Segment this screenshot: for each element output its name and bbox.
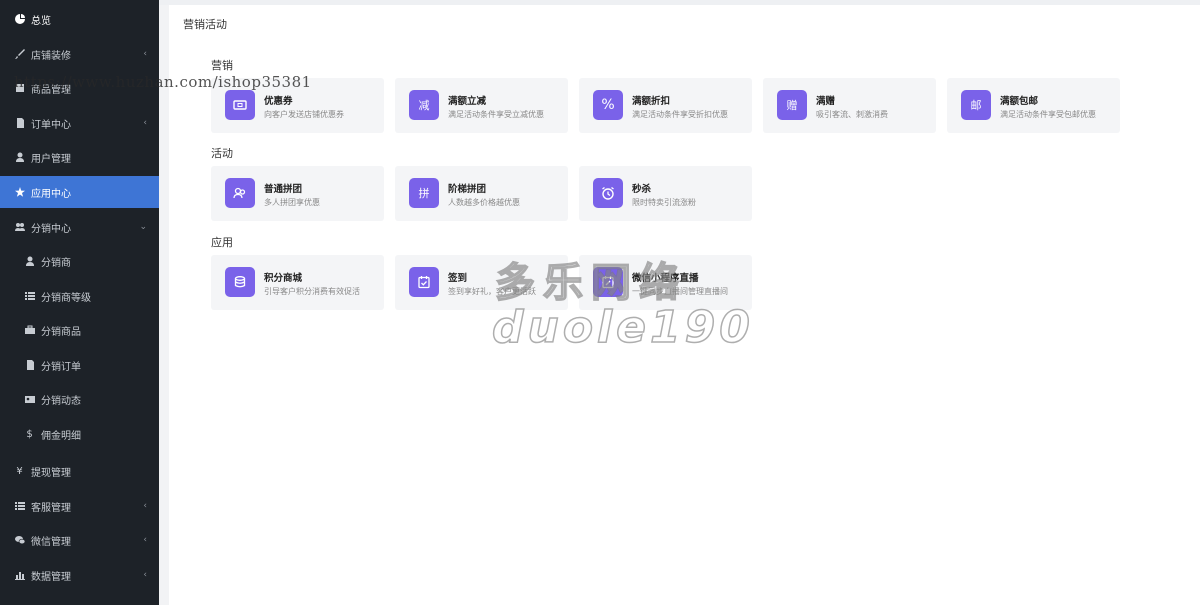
sidebar-item-withdrawals[interactable]: ¥ 提现管理 [0, 455, 159, 487]
database-icon [225, 267, 255, 297]
card-description: 引导客户积分消费有效促活 [264, 287, 360, 296]
chevron-left-icon: ‹ [143, 118, 147, 128]
document-icon [24, 360, 35, 371]
app-card-full-reduction[interactable]: 减 满额立减 满足活动条件享受立减优惠 [395, 78, 568, 133]
sidebar-item-label: 店铺装修 [31, 50, 71, 62]
card-title: 秒杀 [632, 184, 652, 195]
card-description: 满足活动条件享受包邮优惠 [1000, 110, 1096, 119]
app-card-free-shipping[interactable]: 邮 满额包邮 满足活动条件享受包邮优惠 [947, 78, 1120, 133]
app-card-ladder-group-buy[interactable]: 拼 阶梯拼团 人数越多价格越优惠 [395, 166, 568, 221]
yen-icon: ¥ [16, 465, 23, 477]
chevron-left-icon: ‹ [143, 49, 147, 59]
page-title: 营销活动 [183, 18, 227, 31]
card-description: 向客户发送店铺优惠券 [264, 110, 344, 119]
alarm-clock-icon [593, 178, 623, 208]
card-title: 满额折扣 [632, 96, 671, 107]
sidebar-item-users[interactable]: 用户管理 [0, 141, 159, 173]
sidebar-item-label: 微信管理 [31, 536, 71, 548]
sidebar-item-orders[interactable]: 订单中心 ‹ [0, 107, 159, 139]
group-icon [225, 178, 255, 208]
sidebar-item-app-center[interactable]: 应用中心 [0, 176, 159, 208]
app-card-full-discount[interactable]: % 满额折扣 满足活动条件享受折扣优惠 [579, 78, 752, 133]
card-title: 签到 [448, 273, 468, 284]
sidebar-item-label: 分销订单 [41, 361, 81, 373]
wechat-icon [14, 535, 25, 546]
card-description: 满足活动条件享受折扣优惠 [632, 110, 728, 119]
reduce-icon: 减 [409, 90, 439, 120]
sidebar-item-distribution-activity[interactable]: 分销动态 [0, 383, 159, 415]
section-title-apps: 应用 [211, 236, 233, 249]
gift-icon: 赠 [777, 90, 807, 120]
card-description: 人数越多价格越优惠 [448, 198, 520, 207]
ladder-group-icon: 拼 [409, 178, 439, 208]
percent-icon: % [593, 90, 623, 120]
sidebar-item-label: 订单中心 [31, 119, 71, 131]
sidebar-item-label: 分销商等级 [41, 292, 91, 304]
user-icon [14, 152, 25, 163]
card-description: 吸引客流、刺激消费 [816, 110, 888, 119]
app-card-points-mall[interactable]: 积分商城 引导客户积分消费有效促活 [211, 255, 384, 310]
card-title: 阶梯拼团 [448, 184, 487, 195]
app-card-full-gift[interactable]: 赠 满赠 吸引客流、刺激消费 [763, 78, 936, 133]
chevron-down-icon: ⌄ [139, 222, 147, 232]
card-description: 满足活动条件享受立减优惠 [448, 110, 544, 119]
sidebar-item-label: 客服管理 [31, 502, 71, 514]
watermark-url: https://www.huzhan.com/ishop35381 [14, 73, 312, 91]
sidebar-item-commission-details[interactable]: $ 佣金明细 [0, 418, 159, 450]
card-title: 积分商城 [264, 273, 303, 284]
app-card-group-buy[interactable]: 普通拼团 多人拼团享优惠 [211, 166, 384, 221]
ticket-icon [225, 90, 255, 120]
sidebar-item-wechat[interactable]: 微信管理 ‹ [0, 524, 159, 556]
users-icon [14, 222, 25, 233]
card-title: 普通拼团 [264, 184, 303, 195]
watermark-brand-cn: 多乐网络 [494, 259, 687, 307]
section-title-activities: 活动 [211, 147, 233, 160]
list-icon [24, 291, 35, 302]
card-title: 满额立减 [448, 96, 487, 107]
sidebar-item-store-decoration[interactable]: 店铺装修 ‹ [0, 38, 159, 70]
sidebar-item-distribution-center[interactable]: 分销中心 ⌄ [0, 211, 159, 243]
checkin-icon [409, 267, 439, 297]
sidebar-item-label: 总览 [31, 15, 51, 27]
sidebar-item-label: 分销动态 [41, 395, 81, 407]
chevron-left-icon: ‹ [143, 501, 147, 511]
bar-chart-icon [14, 570, 25, 581]
chevron-left-icon: ‹ [143, 535, 147, 545]
watermark-brand-en: duole190 [491, 301, 754, 354]
sidebar-item-label: 数据管理 [31, 571, 71, 583]
section-title-marketing: 营销 [211, 59, 233, 72]
briefcase-icon [24, 325, 35, 336]
sidebar-item-distribution-products[interactable]: 分销商品 [0, 314, 159, 346]
card-description: 多人拼团享优惠 [264, 198, 320, 207]
sidebar-item-label: 分销中心 [31, 223, 71, 235]
dashboard-icon [14, 14, 25, 25]
sidebar-item-label: 分销商 [41, 257, 71, 269]
card-title: 满赠 [816, 96, 836, 107]
card-title: 优惠券 [264, 96, 293, 107]
sidebar-item-label: 应用中心 [31, 188, 71, 200]
sidebar-item-distribution-orders[interactable]: 分销订单 [0, 349, 159, 381]
sidebar-item-overview[interactable]: 总览 [0, 3, 159, 35]
sidebar-item-label: 分销商品 [41, 326, 81, 338]
chevron-left-icon: ‹ [143, 570, 147, 580]
sidebar-item-distributor-levels[interactable]: 分销商等级 [0, 280, 159, 312]
card-title: 满额包邮 [1000, 96, 1039, 107]
sidebar-item-customer-service[interactable]: 客服管理 ‹ [0, 490, 159, 522]
sidebar-item-label: 提现管理 [31, 467, 71, 479]
mail-icon: 邮 [961, 90, 991, 120]
list-icon [14, 501, 25, 512]
sidebar-item-data[interactable]: 数据管理 ‹ [0, 559, 159, 591]
card-description: 限时特卖引流涨粉 [632, 198, 696, 207]
sidebar-item-distributors[interactable]: 分销商 [0, 245, 159, 277]
document-icon [14, 118, 25, 129]
id-card-icon [24, 394, 35, 405]
sidebar-item-label: 佣金明细 [41, 430, 81, 442]
app-card-flash-sale[interactable]: 秒杀 限时特卖引流涨粉 [579, 166, 752, 221]
star-icon [14, 187, 25, 198]
brush-icon [14, 49, 25, 60]
user-icon [24, 256, 35, 267]
dollar-icon: $ [26, 428, 33, 440]
sidebar-item-label: 用户管理 [31, 153, 71, 165]
